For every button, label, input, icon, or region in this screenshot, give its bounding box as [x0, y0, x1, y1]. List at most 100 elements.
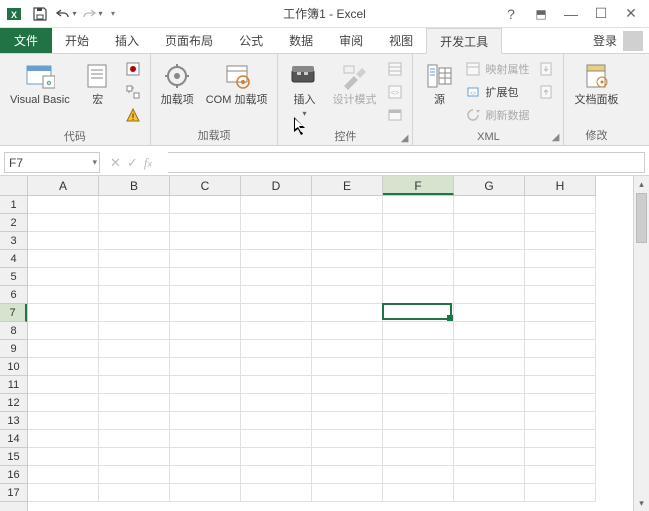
cell[interactable]	[312, 268, 383, 286]
cell[interactable]	[525, 448, 596, 466]
cell[interactable]	[170, 250, 241, 268]
row-header[interactable]: 6	[0, 286, 27, 304]
cell[interactable]	[28, 448, 99, 466]
cell[interactable]	[383, 340, 454, 358]
macro-security-icon[interactable]: !	[122, 104, 144, 126]
cell[interactable]	[525, 214, 596, 232]
cells-area[interactable]	[28, 196, 596, 511]
redo-button[interactable]: ▾	[80, 2, 104, 26]
name-box[interactable]: F7 ▾	[4, 152, 100, 173]
cell[interactable]	[525, 430, 596, 448]
cell[interactable]	[28, 430, 99, 448]
cell[interactable]	[525, 358, 596, 376]
minimize-button[interactable]: —	[557, 4, 585, 24]
row-header[interactable]: 13	[0, 412, 27, 430]
scroll-down-icon[interactable]: ▾	[634, 495, 649, 511]
cell[interactable]	[525, 376, 596, 394]
cell[interactable]	[170, 322, 241, 340]
cell[interactable]	[454, 394, 525, 412]
cell[interactable]	[241, 466, 312, 484]
cell[interactable]	[170, 484, 241, 502]
cell[interactable]	[383, 322, 454, 340]
cell[interactable]	[170, 430, 241, 448]
record-macro-icon[interactable]	[122, 58, 144, 80]
cell[interactable]	[383, 358, 454, 376]
scroll-up-icon[interactable]: ▴	[634, 176, 649, 192]
cell[interactable]	[241, 250, 312, 268]
cell[interactable]	[99, 232, 170, 250]
row-header[interactable]: 8	[0, 322, 27, 340]
xml-source-button[interactable]: 源	[419, 58, 459, 109]
cell[interactable]	[170, 286, 241, 304]
cell[interactable]	[454, 376, 525, 394]
cell[interactable]	[99, 286, 170, 304]
cell[interactable]	[99, 466, 170, 484]
cell[interactable]	[525, 268, 596, 286]
com-addins-button[interactable]: COM 加载项	[202, 58, 272, 109]
cell[interactable]	[28, 340, 99, 358]
cell[interactable]	[312, 448, 383, 466]
row-header[interactable]: 15	[0, 448, 27, 466]
cell[interactable]	[241, 340, 312, 358]
cell[interactable]	[241, 448, 312, 466]
avatar-icon[interactable]	[623, 31, 643, 51]
macros-button[interactable]: 宏	[78, 58, 118, 109]
row-header[interactable]: 1	[0, 196, 27, 214]
cell[interactable]	[99, 214, 170, 232]
cell[interactable]	[312, 340, 383, 358]
row-header[interactable]: 10	[0, 358, 27, 376]
select-all-corner[interactable]	[0, 176, 28, 196]
cell[interactable]	[28, 214, 99, 232]
cell[interactable]	[28, 250, 99, 268]
document-panel-button[interactable]: 文档面板	[570, 58, 622, 109]
cell[interactable]	[383, 304, 454, 322]
cell[interactable]	[312, 196, 383, 214]
column-header[interactable]: A	[28, 176, 99, 195]
cell[interactable]	[312, 286, 383, 304]
cell[interactable]	[383, 196, 454, 214]
xml-dialog-launcher-icon[interactable]: ◢	[552, 132, 560, 143]
cell[interactable]	[241, 304, 312, 322]
cell[interactable]	[99, 358, 170, 376]
cell[interactable]	[170, 196, 241, 214]
column-header[interactable]: B	[99, 176, 170, 195]
column-header[interactable]: E	[312, 176, 383, 195]
cell[interactable]	[241, 430, 312, 448]
cell[interactable]	[28, 466, 99, 484]
cell[interactable]	[454, 232, 525, 250]
cell[interactable]	[312, 412, 383, 430]
cell[interactable]	[454, 250, 525, 268]
cell[interactable]	[99, 448, 170, 466]
insert-controls-button[interactable]: 插入▾	[284, 58, 324, 122]
excel-app-icon[interactable]: X	[2, 2, 26, 26]
cell[interactable]	[99, 394, 170, 412]
cell[interactable]	[241, 196, 312, 214]
row-header[interactable]: 16	[0, 466, 27, 484]
cell[interactable]	[170, 358, 241, 376]
column-header[interactable]: F	[383, 176, 454, 195]
cell[interactable]	[525, 250, 596, 268]
expansion-pack-button[interactable]: <>扩展包	[463, 81, 531, 103]
cell[interactable]	[525, 394, 596, 412]
cell[interactable]	[241, 214, 312, 232]
cell[interactable]	[383, 232, 454, 250]
cell[interactable]	[383, 394, 454, 412]
row-header[interactable]: 7	[0, 304, 27, 322]
scroll-thumb[interactable]	[636, 193, 647, 243]
cell[interactable]	[170, 340, 241, 358]
help-button[interactable]: ?	[497, 4, 525, 24]
cell[interactable]	[525, 196, 596, 214]
qat-customize-icon[interactable]: ▾	[107, 9, 119, 18]
design-mode-button[interactable]: 设计模式	[328, 58, 380, 109]
cell[interactable]	[312, 250, 383, 268]
cell[interactable]	[28, 394, 99, 412]
cell[interactable]	[241, 232, 312, 250]
cell[interactable]	[525, 322, 596, 340]
cell[interactable]	[99, 484, 170, 502]
column-header[interactable]: H	[525, 176, 596, 195]
row-header[interactable]: 5	[0, 268, 27, 286]
cell[interactable]	[454, 358, 525, 376]
cell[interactable]	[525, 466, 596, 484]
cell[interactable]	[383, 448, 454, 466]
tab-review[interactable]: 审阅	[326, 28, 376, 53]
